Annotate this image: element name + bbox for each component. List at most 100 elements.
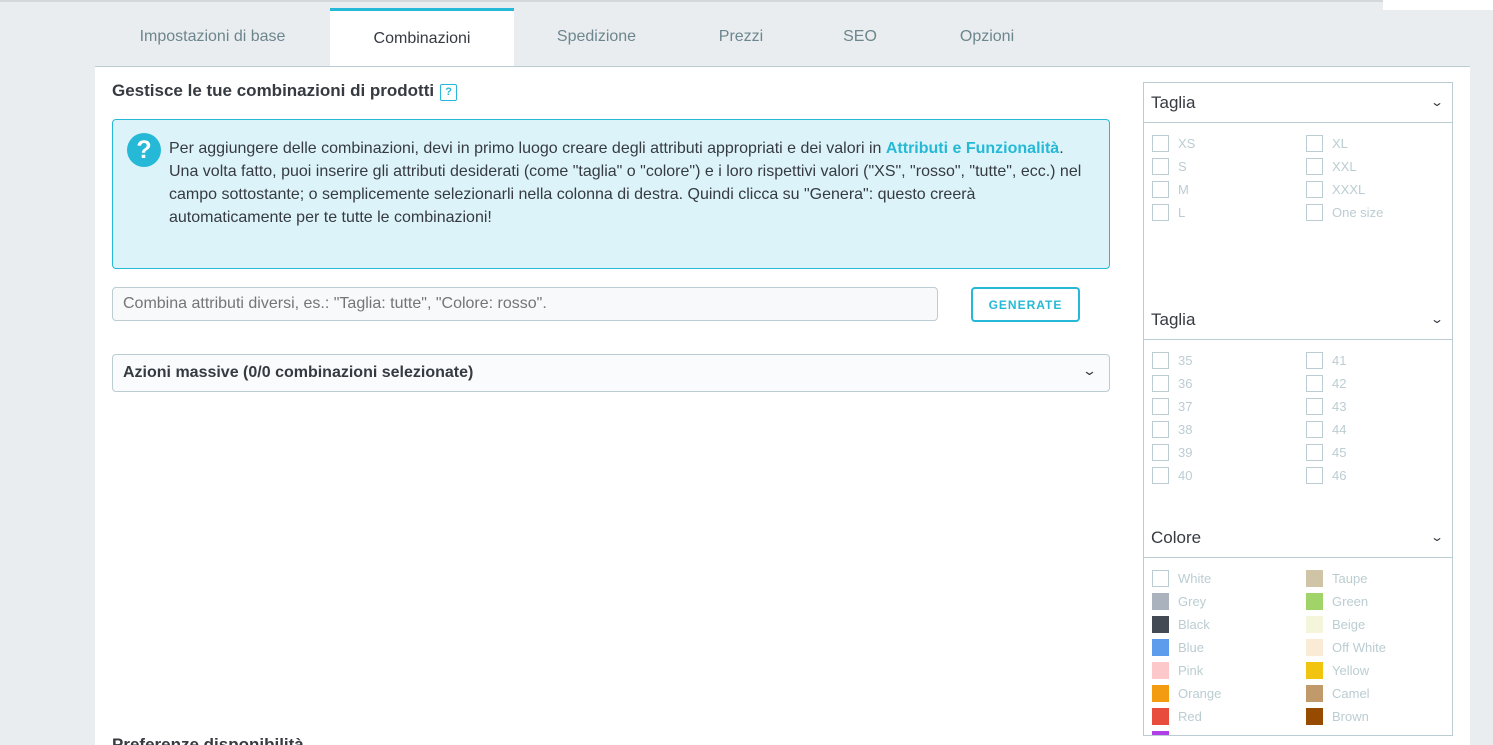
attribute-value-label: 45 xyxy=(1332,444,1347,460)
tab-seo[interactable]: SEO xyxy=(803,8,917,66)
attribute-value-checkbox[interactable]: L xyxy=(1152,203,1185,221)
attribute-value-label: Camel xyxy=(1332,685,1370,701)
attribute-value-label: One size xyxy=(1332,204,1384,220)
attribute-value-checkbox[interactable]: 37 xyxy=(1152,397,1192,415)
attribute-value-checkbox[interactable]: Yellow xyxy=(1306,661,1369,679)
attribute-value-label: Red xyxy=(1178,708,1202,724)
color-swatch xyxy=(1306,592,1323,610)
attribute-value-label: XXL xyxy=(1332,158,1357,174)
attribute-value-checkbox[interactable]: Brown xyxy=(1306,707,1369,725)
tab-combinazioni[interactable]: Combinazioni xyxy=(330,8,514,66)
attribute-value-label: Orange xyxy=(1178,685,1222,701)
attribute-value-checkbox[interactable]: Pink xyxy=(1152,661,1203,679)
tab-label: SEO xyxy=(843,28,877,45)
attribute-value-label: 41 xyxy=(1332,352,1347,368)
bulk-actions-toggle[interactable]: Azioni massive (0/0 combinazioni selezio… xyxy=(112,354,1110,392)
alert-text-line2: Una volta fatto, puoi inserire gli attri… xyxy=(169,163,1082,226)
checkbox xyxy=(1152,397,1169,415)
tab-label: Combinazioni xyxy=(373,29,471,47)
attribute-value-checkbox[interactable]: White xyxy=(1152,569,1211,587)
attribute-value-checkbox[interactable] xyxy=(1152,730,1178,735)
tab-label: Opzioni xyxy=(959,28,1015,45)
attribute-value-checkbox[interactable]: M xyxy=(1152,180,1189,198)
combine-attributes-input[interactable] xyxy=(112,287,938,321)
generate-button[interactable]: GENERATE xyxy=(971,287,1080,322)
top-strip xyxy=(0,0,1383,2)
attribute-value-label: XL xyxy=(1332,135,1348,151)
alert-text-after: . xyxy=(1059,140,1064,157)
color-swatch xyxy=(1152,615,1169,633)
attribute-value-checkbox[interactable]: S xyxy=(1152,157,1187,175)
attribute-value-checkbox[interactable]: 43 xyxy=(1306,397,1346,415)
top-corner xyxy=(1383,0,1493,10)
checkbox xyxy=(1152,420,1169,438)
tab-opzioni[interactable]: Opzioni xyxy=(917,8,1057,66)
checkbox xyxy=(1152,374,1169,392)
attribute-value-checkbox[interactable]: Red xyxy=(1152,707,1202,725)
attribute-value-checkbox[interactable]: 44 xyxy=(1306,420,1346,438)
attribute-value-checkbox[interactable]: Camel xyxy=(1306,684,1370,702)
checkbox xyxy=(1152,180,1169,198)
attribute-value-label: 35 xyxy=(1178,352,1193,368)
attribute-value-checkbox[interactable]: One size xyxy=(1306,203,1383,221)
checkbox xyxy=(1306,203,1323,221)
tab-prezzi[interactable]: Prezzi xyxy=(679,8,803,66)
attribute-group-header[interactable]: Taglia ⌄ xyxy=(1144,300,1452,340)
attribute-group-header[interactable]: Taglia ⌄ xyxy=(1144,83,1452,123)
attribute-value-checkbox[interactable]: 45 xyxy=(1306,443,1346,461)
attribute-value-checkbox[interactable]: 42 xyxy=(1306,374,1346,392)
attribute-value-checkbox[interactable]: XXL xyxy=(1306,157,1357,175)
attribute-group: Taglia ⌄ XS XL S XXL M XXXL L One size xyxy=(1144,83,1452,300)
checkbox xyxy=(1152,203,1169,221)
tab-label: Prezzi xyxy=(718,28,764,45)
attribute-value-checkbox[interactable]: Beige xyxy=(1306,615,1365,633)
tab-spedizione[interactable]: Spedizione xyxy=(514,8,679,66)
attribute-value-checkbox[interactable]: XXXL xyxy=(1306,180,1365,198)
attribute-value-label: S xyxy=(1178,158,1187,174)
attribute-value-label: Blue xyxy=(1178,639,1205,655)
section-title-text: Gestisce le tue combinazioni di prodotti xyxy=(112,81,435,100)
color-swatch xyxy=(1306,615,1323,633)
attribute-group: Colore ⌄ White Taupe Grey Green Black Beige Blue… xyxy=(1144,518,1452,735)
attribute-value-checkbox[interactable]: Black xyxy=(1152,615,1210,633)
checkbox xyxy=(1152,134,1169,152)
attribute-group-title: Taglia xyxy=(1151,92,1196,112)
checkbox xyxy=(1306,134,1323,152)
attribute-value-checkbox[interactable]: 41 xyxy=(1306,351,1346,369)
color-swatch xyxy=(1306,638,1323,656)
checkbox xyxy=(1306,443,1323,461)
attribute-value-label: M xyxy=(1178,181,1189,197)
help-icon[interactable]: ? xyxy=(440,83,458,101)
attribute-value-label: White xyxy=(1178,570,1212,586)
checkbox xyxy=(1306,420,1323,438)
tab-impostazioni-di-base[interactable]: Impostazioni di base xyxy=(95,8,330,66)
attribute-value-label: 44 xyxy=(1332,421,1347,437)
attribute-value-checkbox[interactable]: Blue xyxy=(1152,638,1204,656)
attributes-sidebar: Taglia ⌄ XS XL S XXL M XXXL L One size Taglia ⌄ 35 41… xyxy=(1143,82,1453,736)
attribute-value-checkbox[interactable]: Green xyxy=(1306,592,1368,610)
attribute-value-checkbox[interactable]: Taupe xyxy=(1306,569,1367,587)
attribute-value-label: Pink xyxy=(1178,662,1204,678)
chevron-down-icon: ⌄ xyxy=(1429,95,1445,109)
attribute-value-checkbox[interactable]: XS xyxy=(1152,134,1195,152)
attribute-value-checkbox[interactable]: 38 xyxy=(1152,420,1192,438)
color-swatch xyxy=(1152,730,1169,735)
attribute-value-checkbox[interactable]: 39 xyxy=(1152,443,1192,461)
attribute-value-checkbox[interactable]: 35 xyxy=(1152,351,1192,369)
attribute-group-header[interactable]: Colore ⌄ xyxy=(1144,518,1452,558)
chevron-down-icon: ⌄ xyxy=(1081,363,1098,378)
attribute-value-checkbox[interactable]: 40 xyxy=(1152,466,1192,484)
attribute-value-checkbox[interactable]: Off White xyxy=(1306,638,1386,656)
checkbox xyxy=(1306,397,1323,415)
color-swatch xyxy=(1152,684,1169,702)
color-swatch xyxy=(1152,569,1169,587)
attribute-value-checkbox[interactable]: Orange xyxy=(1152,684,1221,702)
attribute-value-checkbox[interactable]: Grey xyxy=(1152,592,1206,610)
attribute-value-checkbox[interactable]: 46 xyxy=(1306,466,1346,484)
section-title: Gestisce le tue combinazioni di prodotti… xyxy=(112,81,458,101)
attribute-value-checkbox[interactable]: 36 xyxy=(1152,374,1192,392)
attribute-values: XS XL S XXL M XXXL L One size xyxy=(1144,123,1452,300)
attributes-link[interactable]: Attributi e Funzionalità xyxy=(886,140,1059,157)
attribute-value-checkbox[interactable]: XL xyxy=(1306,134,1348,152)
color-swatch xyxy=(1306,569,1323,587)
